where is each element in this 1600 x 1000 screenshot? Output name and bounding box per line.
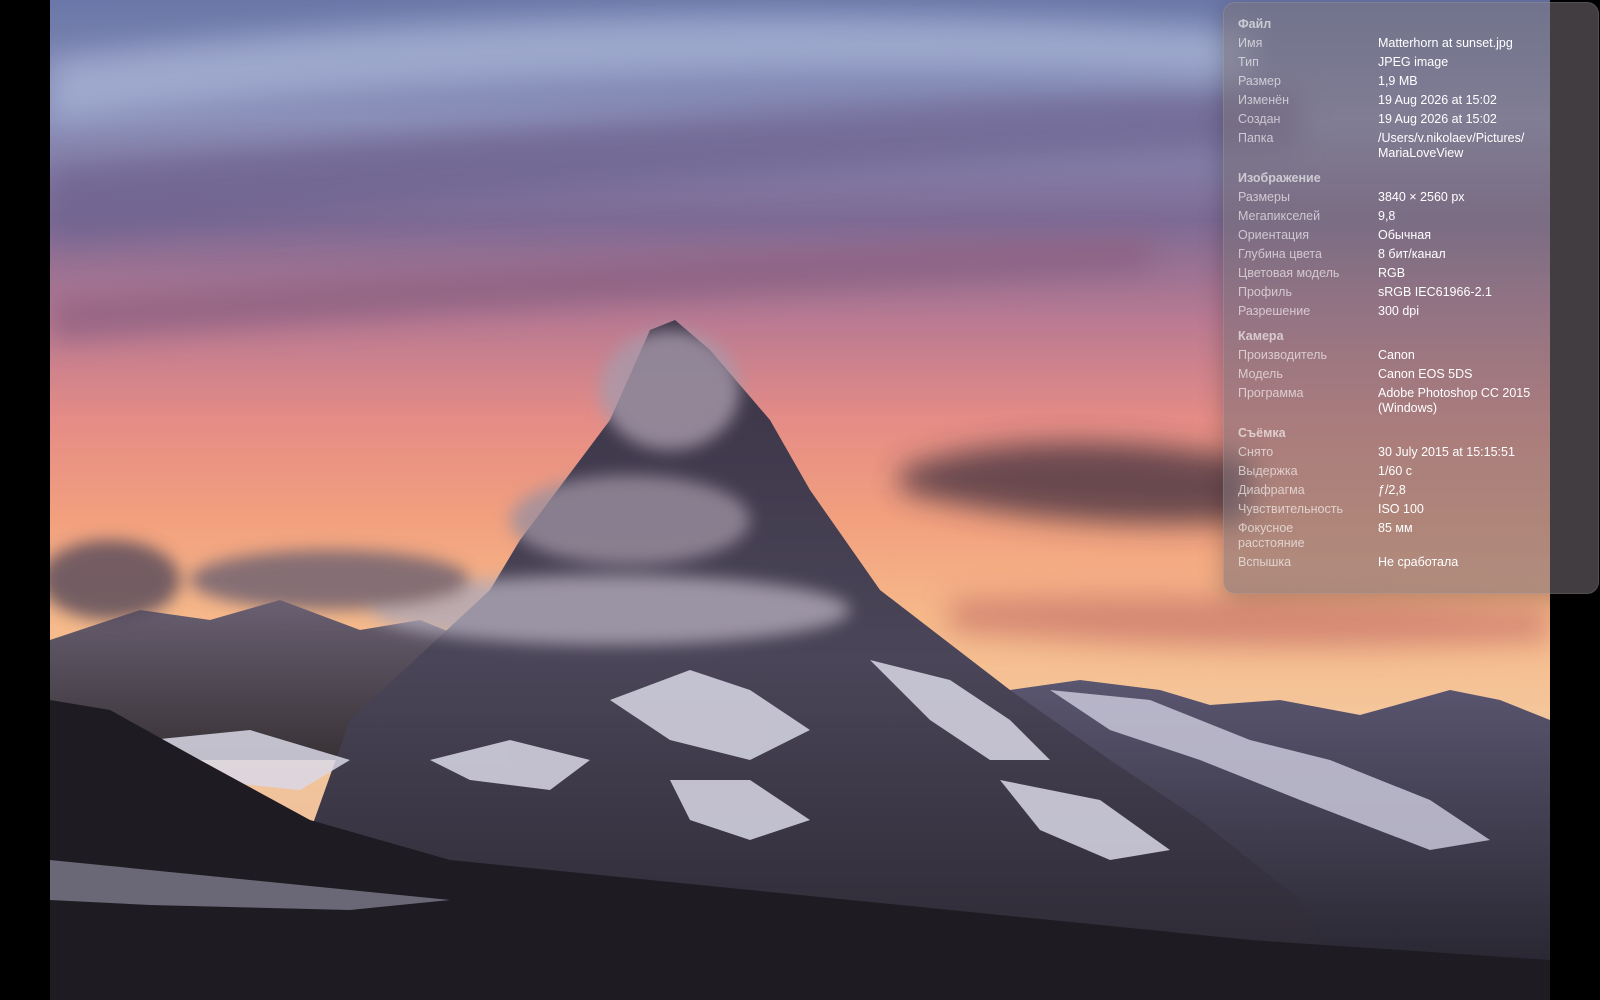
info-row: Выдержка 1/60 c [1238, 464, 1584, 479]
info-row-label: Создан [1238, 112, 1281, 126]
info-row: Тип JPEG image [1238, 55, 1584, 70]
info-row-value[interactable]: Не сработала [1378, 555, 1584, 570]
info-row-label: Фокусное расстояние [1238, 521, 1305, 550]
info-section-title: Файл [1238, 17, 1272, 31]
info-row: Диафрагма ƒ/2,8 [1238, 483, 1584, 498]
info-row-value[interactable]: 30 July 2015 at 15:15:51 [1378, 445, 1584, 460]
info-row: Снято 30 July 2015 at 15:15:51 [1238, 445, 1584, 460]
info-row-label: Разрешение [1238, 304, 1311, 318]
info-row: Размеры 3840 × 2560 px [1238, 190, 1584, 205]
info-row: Размер 1,9 MB [1238, 74, 1584, 89]
info-row-label: Снято [1238, 445, 1274, 459]
info-row-value[interactable]: Обычная [1378, 228, 1584, 243]
info-row-value[interactable]: 19 Aug 2026 at 15:02 [1378, 112, 1584, 127]
info-row-value[interactable]: 3840 × 2560 px [1378, 190, 1584, 205]
info-row: Мегапикселей 9,8 [1238, 209, 1584, 224]
info-row: Производитель Canon [1238, 348, 1584, 363]
info-row: Глубина цвета 8 бит/канал [1238, 247, 1584, 262]
info-row: Чувствительность ISO 100 [1238, 502, 1584, 517]
info-row-value[interactable]: 1,9 MB [1378, 74, 1584, 89]
info-row-value[interactable]: 19 Aug 2026 at 15:02 [1378, 93, 1584, 108]
info-row: Создан 19 Aug 2026 at 15:02 [1238, 112, 1584, 127]
info-row-label: Выдержка [1238, 464, 1298, 478]
info-row-value[interactable]: JPEG image [1378, 55, 1584, 70]
info-row-label: Чувствительность [1238, 502, 1343, 516]
info-section-title: Съёмка [1238, 426, 1286, 440]
info-panel: Файл Имя Matterhorn at sunset.jpg Тип JPEG i… [1223, 2, 1599, 594]
info-section: Файл Имя Matterhorn at sunset.jpg Тип JPEG i… [1238, 17, 1584, 161]
info-section: Камера Производитель Canon Модель Canon EOS … [1238, 329, 1584, 416]
info-row-label: Размер [1238, 74, 1281, 88]
info-row: Имя Matterhorn at sunset.jpg [1238, 36, 1584, 51]
info-row-value[interactable]: 300 dpi [1378, 304, 1584, 319]
info-row-label: Ориентация [1238, 228, 1309, 242]
info-row-label: Размеры [1238, 190, 1290, 204]
info-row-label: Имя [1238, 36, 1263, 50]
info-row: Вспышка Не сработала [1238, 555, 1584, 570]
info-row: Разрешение 300 dpi [1238, 304, 1584, 319]
info-row-label: Тип [1238, 55, 1259, 69]
info-row-value[interactable]: 85 мм [1378, 521, 1584, 551]
info-row-value[interactable]: 9,8 [1378, 209, 1584, 224]
info-row-value[interactable]: 8 бит/канал [1378, 247, 1584, 262]
info-row-value[interactable]: ISO 100 [1378, 502, 1584, 517]
info-row: Ориентация Обычная [1238, 228, 1584, 243]
info-row-value[interactable]: Adobe Photoshop CC 2015 (Windows) [1378, 386, 1584, 416]
image-viewer: Файл Имя Matterhorn at sunset.jpg Тип JPEG i… [0, 0, 1600, 1000]
info-row-label: Производитель [1238, 348, 1327, 362]
info-row-value[interactable]: 1/60 c [1378, 464, 1584, 479]
info-row: Профиль sRGB IEC61966-2.1 [1238, 285, 1584, 300]
info-row-label: Глубина цвета [1238, 247, 1322, 261]
info-section: Изображение Размеры 3840 × 2560 px Мегапикс… [1238, 171, 1584, 319]
info-section-title: Изображение [1238, 171, 1321, 185]
info-row: Изменён 19 Aug 2026 at 15:02 [1238, 93, 1584, 108]
info-row-value[interactable]: ƒ/2,8 [1378, 483, 1584, 498]
info-row-value[interactable]: /Users/v.nikolaev/Pictures/MariaLoveView [1378, 131, 1584, 161]
info-row-label: Папка [1238, 131, 1274, 145]
info-row: Программа Adobe Photoshop CC 2015 (Windows… [1238, 386, 1584, 416]
info-row: Фокусное расстояние 85 мм [1238, 521, 1584, 551]
info-row-label: Модель [1238, 367, 1283, 381]
info-row-value[interactable]: sRGB IEC61966-2.1 [1378, 285, 1584, 300]
info-row-value[interactable]: Canon [1378, 348, 1584, 363]
info-row: Модель Canon EOS 5DS [1238, 367, 1584, 382]
info-section-title: Камера [1238, 329, 1284, 343]
info-row-label: Диафрагма [1238, 483, 1305, 497]
info-row-label: Программа [1238, 386, 1304, 400]
info-row-label: Мегапикселей [1238, 209, 1321, 223]
info-row-label: Профиль [1238, 285, 1292, 299]
info-row: Папка/Users/v.nikolaev/Pictures/MariaLov… [1238, 131, 1584, 161]
info-row-label: Изменён [1238, 93, 1290, 107]
info-row-value[interactable]: Matterhorn at sunset.jpg [1378, 36, 1584, 51]
info-row-label: Вспышка [1238, 555, 1292, 569]
info-row: Цветовая модель RGB [1238, 266, 1584, 281]
info-row-label: Цветовая модель [1238, 266, 1340, 280]
info-row-value[interactable]: RGB [1378, 266, 1584, 281]
info-section: Съёмка Снято 30 July 2015 at 15:15:51 Выдер… [1238, 426, 1584, 570]
info-row-value[interactable]: Canon EOS 5DS [1378, 367, 1584, 382]
